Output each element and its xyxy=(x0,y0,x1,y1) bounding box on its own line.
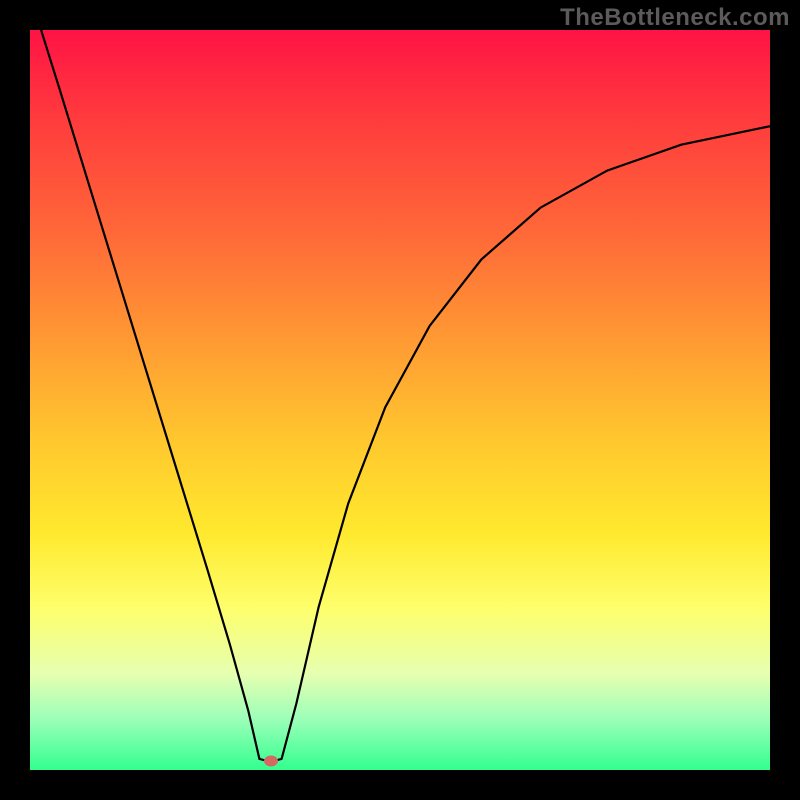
watermark-text: TheBottleneck.com xyxy=(560,4,790,32)
curve-svg xyxy=(30,30,770,770)
chart-frame: TheBottleneck.com xyxy=(0,0,800,800)
bottleneck-curve xyxy=(41,30,770,762)
vertex-marker xyxy=(264,756,278,767)
plot-area xyxy=(30,30,770,770)
